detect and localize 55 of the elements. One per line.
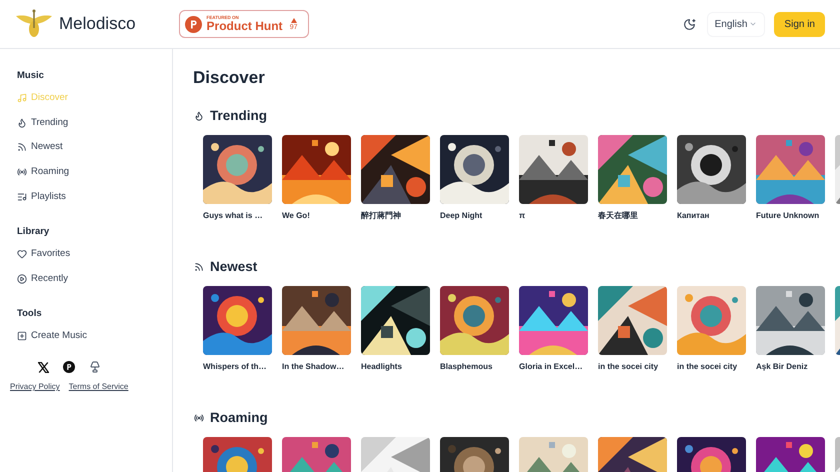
x-logo-icon[interactable]: [38, 362, 49, 372]
song-title[interactable]: We Go!: [282, 210, 351, 222]
song-title[interactable]: π: [519, 210, 588, 222]
song-title[interactable]: Gloria in Excel…: [519, 361, 588, 373]
song-title[interactable]: Guys what is …: [203, 210, 272, 222]
footer-link[interactable]: Terms of Service: [68, 381, 128, 393]
song-title[interactable]: Headlights: [361, 361, 430, 373]
moon-icon[interactable]: [682, 18, 696, 30]
song-title[interactable]: Aşk Bir Deniz: [756, 361, 825, 373]
sidebar-item[interactable]: Newest: [17, 135, 172, 160]
upvote-triangle-icon: [290, 18, 297, 22]
radio-icon: [17, 167, 27, 178]
flame-icon: [17, 118, 27, 128]
brand-name: Melodisco: [59, 13, 136, 36]
song-title[interactable]: in the socei city: [598, 361, 667, 373]
play-circle-icon: [17, 274, 27, 284]
winged-logo-icon: [16, 9, 52, 39]
section-title: Trending: [210, 106, 267, 125]
sidebar-item[interactable]: Roaming: [17, 160, 172, 184]
sidebar-group-title: Music: [17, 69, 45, 83]
sidebar-item[interactable]: Favorites: [17, 242, 172, 267]
rss-icon: [194, 262, 204, 272]
section-title: Newest: [210, 258, 258, 276]
page-title: Discover: [193, 68, 266, 88]
chevron-down-icon: [749, 20, 758, 28]
song-title[interactable]: 春天在哪里: [598, 210, 667, 222]
song-title[interactable]: Капитан: [677, 210, 746, 222]
song-title[interactable]: 醉打蔣門神: [361, 210, 430, 222]
sidebar-group-title: Library: [17, 224, 50, 239]
badge-name: Product Hunt: [206, 20, 283, 32]
sidebar-item[interactable]: Playlists: [17, 184, 172, 209]
song-title[interactable]: in the socei city: [677, 361, 746, 373]
rss-icon: [17, 142, 27, 152]
flame-icon: [194, 111, 204, 121]
sidebar-group-title: Tools: [17, 307, 43, 322]
product-hunt-icon[interactable]: [63, 361, 75, 373]
footer-link[interactable]: Privacy Policy: [10, 381, 60, 393]
song-title[interactable]: Whispers of th…: [203, 361, 272, 373]
song-title[interactable]: Deep Night: [440, 210, 509, 222]
product-hunt-logo-icon: [184, 16, 202, 32]
sidebar-item[interactable]: Recently: [17, 266, 172, 292]
radio-icon: [194, 413, 204, 423]
music-note-icon: [17, 93, 27, 104]
lamp-icon[interactable]: [89, 361, 101, 373]
language-select[interactable]: English: [706, 12, 766, 36]
song-title[interactable]: Future Unknown: [756, 210, 825, 222]
heart-icon: [17, 249, 27, 260]
playlist-icon: [17, 192, 27, 202]
song-title[interactable]: In the Shadow…: [282, 361, 351, 373]
sidebar-item[interactable]: Trending: [17, 110, 172, 136]
sign-in-button[interactable]: Sign in: [774, 12, 825, 36]
song-title[interactable]: Blasphemous: [440, 361, 509, 373]
add-square-icon: [17, 331, 27, 342]
section-title: Roaming: [210, 408, 268, 427]
sidebar-item[interactable]: Create Music: [17, 324, 172, 349]
